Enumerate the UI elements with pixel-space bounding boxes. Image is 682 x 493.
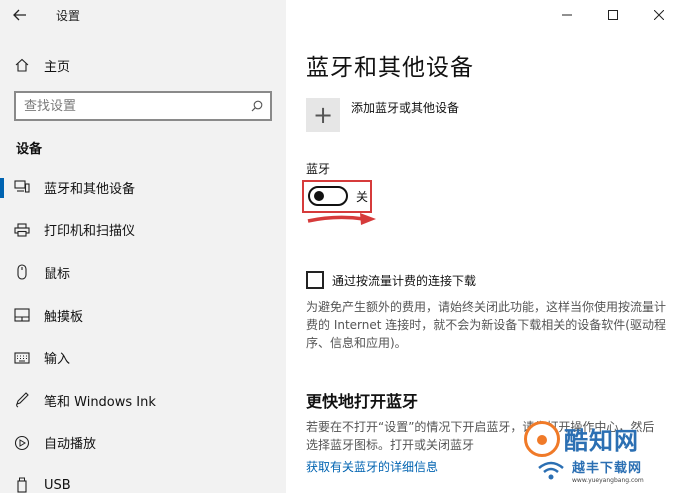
printer-icon <box>0 223 44 237</box>
touchpad-icon <box>0 308 44 322</box>
metered-download-option[interactable]: 通过按流量计费的连接下载 <box>306 271 476 289</box>
autoplay-icon <box>0 435 44 451</box>
sidebar-item-touchpad[interactable]: 触摸板 <box>0 294 286 337</box>
watermark-logo-icon <box>524 421 560 457</box>
sidebar-item-bluetooth[interactable]: 蓝牙和其他设备 <box>0 166 286 209</box>
red-arrow-icon <box>307 213 376 225</box>
sidebar-item-typing[interactable]: 输入 <box>0 336 286 379</box>
toggle-knob <box>314 191 324 201</box>
close-button[interactable] <box>636 0 682 30</box>
mouse-icon <box>0 264 44 281</box>
back-button[interactable] <box>0 0 40 30</box>
bluetooth-toggle[interactable] <box>308 186 348 206</box>
search-input[interactable] <box>16 98 244 114</box>
sidebar-item-label: 蓝牙和其他设备 <box>44 181 136 197</box>
sidebar-item-label: 自动播放 <box>44 437 97 453</box>
metered-checkbox-label: 通过按流量计费的连接下载 <box>332 273 477 288</box>
plus-icon: + <box>306 98 340 132</box>
page-title: 蓝牙和其他设备 <box>306 55 474 81</box>
search-box[interactable] <box>14 91 272 121</box>
title-bar: 设置 <box>0 0 286 30</box>
maximize-button[interactable] <box>590 0 636 30</box>
sidebar-item-pen[interactable]: 笔和 Windows Ink <box>0 379 286 422</box>
metered-description: 为避免产生额外的费用，请始终关闭此功能，这样当你使用按流量计费的 Interne… <box>306 300 667 350</box>
sidebar-item-autoplay[interactable]: 自动播放 <box>0 422 286 465</box>
window-controls <box>544 0 682 30</box>
sidebar-item-home[interactable]: 主页 <box>0 50 286 80</box>
sidebar-item-printers[interactable]: 打印机和扫描仪 <box>0 209 286 252</box>
sidebar-item-label: 输入 <box>44 352 71 368</box>
section-title: 设备 <box>16 142 43 157</box>
usb-icon <box>0 477 44 493</box>
sidebar-item-label: 鼠标 <box>44 266 71 282</box>
bluetooth-label: 蓝牙 <box>306 162 331 176</box>
add-device-label: 添加蓝牙或其他设备 <box>351 101 460 115</box>
app-title: 设置 <box>56 8 81 23</box>
sidebar-item-mouse[interactable]: 鼠标 <box>0 251 286 294</box>
close-icon <box>654 10 664 20</box>
sidebar-item-usb[interactable]: USB <box>0 464 286 493</box>
sidebar-item-label: USB <box>44 477 71 493</box>
home-icon <box>0 58 44 72</box>
minimize-button[interactable] <box>544 0 590 30</box>
search-icon[interactable] <box>244 100 270 112</box>
bluetooth-devices-icon <box>0 180 44 194</box>
sidebar-item-label: 打印机和扫描仪 <box>44 224 136 240</box>
bluetooth-info-link[interactable]: 获取有关蓝牙的详细信息 <box>306 458 438 475</box>
sidebar-item-label: 笔和 Windows Ink <box>44 394 156 410</box>
wifi-icon <box>538 461 564 480</box>
sidebar: 设置 主页 设备 蓝牙和其他设备 打印机和扫描仪 <box>0 0 286 493</box>
faster-bluetooth-heading: 更快地打开蓝牙 <box>306 392 419 411</box>
sidebar-item-label: 触摸板 <box>44 309 84 325</box>
toggle-state-label: 关 <box>356 190 369 204</box>
sidebar-item-label: 主页 <box>44 59 71 75</box>
minimize-icon <box>562 14 572 16</box>
pen-icon <box>0 392 44 408</box>
watermark-url: www.yueyangbang.com <box>572 477 644 484</box>
watermark-text: 酷知网 <box>564 427 639 455</box>
metered-checkbox[interactable] <box>306 271 324 289</box>
add-device-button[interactable]: + 添加蓝牙或其他设备 <box>306 98 459 132</box>
watermark: 酷知网 越丰下载网 www.yueyangbang.com <box>516 415 682 493</box>
watermark-text-secondary: 越丰下载网 <box>572 461 643 476</box>
maximize-icon <box>608 10 618 20</box>
sidebar-nav: 蓝牙和其他设备 打印机和扫描仪 鼠标 触摸板 输入 笔和 Windows Ink… <box>0 166 286 493</box>
keyboard-icon <box>0 352 44 364</box>
back-arrow-icon <box>13 9 26 21</box>
